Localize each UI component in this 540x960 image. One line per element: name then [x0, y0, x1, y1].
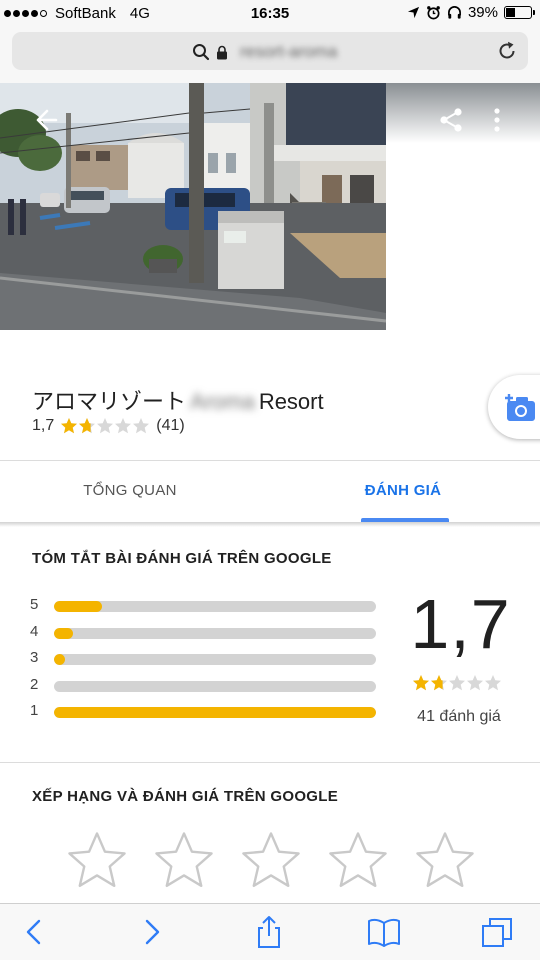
- search-icon: [193, 44, 210, 61]
- place-name-suffix: Resort: [258, 389, 324, 414]
- rating-summary[interactable]: 1,7 (41): [32, 417, 185, 435]
- rating-stars: [60, 417, 150, 435]
- rate-star-button[interactable]: [153, 830, 215, 892]
- histogram-star-label: 2: [30, 675, 39, 693]
- battery-icon: [504, 6, 535, 19]
- histogram-bar-fill: [54, 601, 103, 612]
- star-icon: [466, 674, 484, 692]
- histogram-star-label: 1: [30, 702, 39, 719]
- star-icon: [448, 674, 466, 692]
- share-button[interactable]: [438, 107, 464, 133]
- place-name-blurred: Aroma: [190, 389, 255, 414]
- histogram-row: 2: [30, 676, 380, 696]
- rate-star-button[interactable]: [240, 830, 302, 892]
- rate-star-button[interactable]: [327, 830, 389, 892]
- place-hero: [0, 83, 540, 439]
- star-icon: [412, 674, 430, 692]
- histogram-bar-fill: [54, 654, 65, 665]
- add-photo-icon: [505, 394, 535, 421]
- histogram-star-label: 4: [30, 622, 39, 640]
- average-rating-stars: [412, 674, 502, 692]
- reload-icon[interactable]: [496, 40, 518, 62]
- star-outline-icon: [416, 832, 474, 888]
- lock-icon: [217, 45, 227, 59]
- tab-overview[interactable]: TỔNG QUAN: [60, 482, 200, 499]
- histogram-bar-track: [54, 707, 376, 718]
- browser-toolbar: [0, 903, 540, 960]
- alarm-icon: [427, 6, 440, 20]
- rate-star-button[interactable]: [66, 830, 128, 892]
- histogram-star-label: 3: [30, 649, 39, 666]
- place-name-japanese: アロマリゾート: [32, 389, 187, 414]
- histogram-row: 1: [30, 702, 380, 722]
- average-rating: 1,7: [410, 585, 511, 663]
- url-text: resort-aroma: [240, 42, 338, 61]
- add-photo-button[interactable]: [488, 375, 540, 439]
- rate-star-button[interactable]: [414, 830, 476, 892]
- battery-percent: 39%: [467, 4, 498, 21]
- divider: [0, 460, 540, 461]
- headphones-icon: [448, 6, 461, 19]
- rate-stars-row: [66, 830, 486, 894]
- back-button[interactable]: [34, 107, 60, 133]
- rating-count: (41): [156, 417, 185, 434]
- status-bar: SoftBank 4G 16:35 39%: [0, 0, 540, 28]
- histogram-row: 4: [30, 623, 380, 643]
- histogram-bar-track: [54, 680, 376, 692]
- forward-nav-button[interactable]: [134, 914, 170, 950]
- divider: [0, 762, 540, 763]
- back-nav-button[interactable]: [16, 914, 52, 950]
- review-count[interactable]: 41 đánh giá: [404, 708, 514, 726]
- star-icon: [430, 674, 448, 692]
- histogram-bar-track: [54, 627, 376, 639]
- histogram-row: 5: [30, 596, 380, 616]
- rating-value: 1,7: [32, 417, 55, 434]
- histogram-row: 3: [30, 649, 380, 669]
- tab-shadow: [0, 522, 540, 527]
- histogram-bar-track: [54, 654, 376, 665]
- place-title: アロマリゾート Aroma Resort: [32, 384, 324, 416]
- star-icon: [96, 417, 114, 435]
- star-outline-icon: [329, 832, 387, 888]
- star-outline-icon: [155, 832, 213, 888]
- star-icon: [484, 674, 502, 692]
- histogram-bar-track: [54, 601, 376, 612]
- location-icon: [407, 6, 420, 19]
- star-outline-icon: [242, 832, 300, 888]
- bookmarks-button[interactable]: [366, 914, 402, 950]
- star-icon: [132, 417, 150, 435]
- tab-reviews[interactable]: ĐÁNH GIÁ: [333, 482, 473, 499]
- share-sheet-button[interactable]: [251, 914, 287, 950]
- star-icon: [60, 417, 78, 435]
- address-bar[interactable]: resort-aroma: [12, 32, 528, 70]
- tabs-button[interactable]: [480, 914, 516, 950]
- histogram-star-label: 5: [30, 596, 39, 613]
- review-summary-heading: TÓM TẮT BÀI ĐÁNH GIÁ TRÊN GOOGLE: [32, 550, 332, 567]
- more-options-button[interactable]: [490, 107, 504, 133]
- rate-review-heading: XẾP HẠNG VÀ ĐÁNH GIÁ TRÊN GOOGLE: [32, 788, 339, 805]
- browser-address-area: resort-aroma: [0, 28, 540, 83]
- star-outline-icon: [68, 832, 126, 888]
- histogram-bar-fill: [54, 627, 74, 639]
- histogram-bar-fill: [54, 707, 376, 718]
- star-icon: [78, 417, 96, 435]
- star-icon: [114, 417, 132, 435]
